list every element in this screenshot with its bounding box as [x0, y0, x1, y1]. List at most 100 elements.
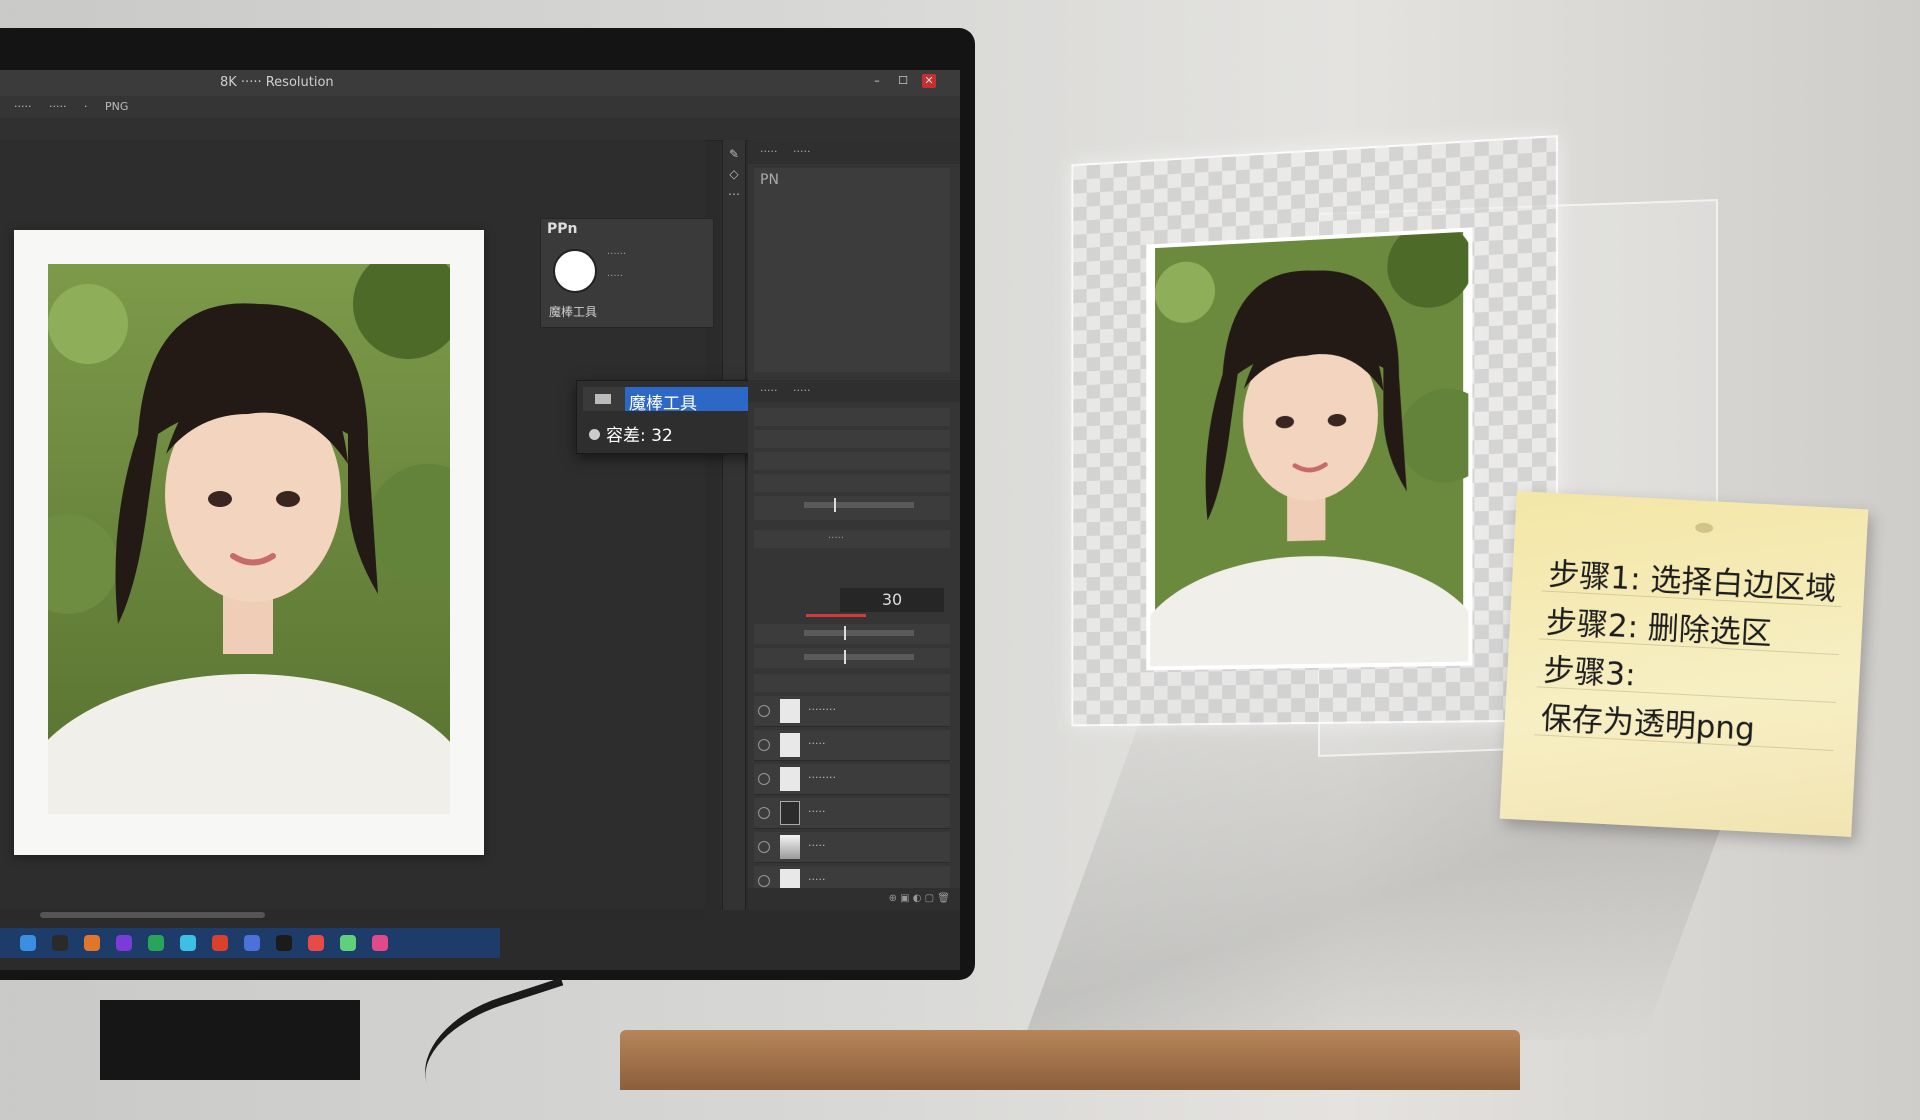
magic-wand-popup: 魔棒工具 容差: 32	[576, 380, 764, 454]
taskbar-app-icon[interactable]	[244, 935, 260, 951]
brush-size-field[interactable]: ······	[607, 249, 626, 260]
vertical-toolbar: ✎ ◇ ⋯	[722, 140, 746, 910]
taskbar-app-icon[interactable]	[308, 935, 324, 951]
note-step-2: 步骤2: 删除选区	[1545, 604, 1773, 653]
layer-thumbnail	[780, 801, 800, 825]
menu-bar: ····· ····· · PNG	[0, 96, 960, 118]
menu-item[interactable]: ·	[84, 100, 88, 113]
magic-wand-label: 魔棒工具	[629, 394, 697, 414]
portrait-illustration	[48, 264, 450, 814]
menu-item[interactable]: PNG	[105, 100, 128, 113]
layer-slider-row[interactable]	[754, 496, 950, 520]
monitor-cable	[408, 977, 592, 1120]
layer-row[interactable]: ·····	[754, 832, 950, 863]
tab-item[interactable]: ·····	[793, 145, 810, 158]
eye-icon[interactable]	[758, 807, 770, 819]
scroll-thumb[interactable]	[40, 912, 265, 918]
taskbar-app-icon[interactable]	[212, 935, 228, 951]
layer-filter-row[interactable]	[754, 408, 950, 426]
tab-item[interactable]: ·····	[760, 384, 777, 397]
transparent-portrait	[1146, 227, 1473, 671]
adjust-icon[interactable]: ◇	[728, 168, 740, 180]
taskbar-app-icon[interactable]	[372, 935, 388, 951]
taskbar-app-icon[interactable]	[276, 935, 292, 951]
magic-wand-tool-row[interactable]: 魔棒工具	[583, 387, 757, 414]
tolerance-row[interactable]: 容差: 32	[589, 421, 673, 446]
tolerance-label: 容差: 32	[606, 426, 673, 446]
layer-row[interactable]: ·····	[754, 730, 950, 761]
fill-slider-row[interactable]	[754, 624, 950, 644]
photo-frame	[14, 230, 484, 855]
eye-icon[interactable]	[758, 705, 770, 717]
options-toolbar	[0, 118, 960, 141]
screen: 8K ····· Resolution – ☐ ✕ ····· ····· · …	[0, 70, 960, 970]
layer-lock-row[interactable]	[754, 452, 950, 470]
more-icon[interactable]: ⋯	[728, 188, 740, 200]
layer-thumbnail	[780, 699, 800, 723]
opacity-slider[interactable]	[804, 498, 914, 512]
menu-item[interactable]: ·····	[49, 100, 66, 113]
taskbar-app-icon[interactable]	[180, 935, 196, 951]
magic-wand-icon	[595, 394, 611, 404]
close-icon[interactable]: ✕	[922, 74, 936, 88]
blend-mode-row[interactable]: ·····	[754, 530, 950, 548]
flow-slider-row[interactable]	[754, 648, 950, 668]
taskbar-app-icon[interactable]	[116, 935, 132, 951]
flow-slider[interactable]	[804, 650, 914, 664]
eye-icon[interactable]	[758, 773, 770, 785]
maximize-icon[interactable]: ☐	[896, 74, 910, 88]
panel-tabs: ····· ·····	[748, 140, 960, 164]
opacity-indicator	[806, 614, 866, 617]
layer-row[interactable]: ········	[754, 764, 950, 795]
note-step-4: 保存为透明png	[1540, 700, 1756, 748]
monitor-stand	[100, 1000, 360, 1080]
opacity-value[interactable]: 30	[840, 588, 944, 612]
slider-handle[interactable]	[834, 498, 836, 512]
layer-thumbnail	[780, 733, 800, 757]
menu-item[interactable]: ·····	[14, 100, 31, 113]
blend-mode-value: ·····	[828, 533, 844, 544]
eye-icon[interactable]	[758, 841, 770, 853]
desk	[620, 1030, 1520, 1090]
taskbar-app-icon[interactable]	[52, 935, 68, 951]
taskbar-app-icon[interactable]	[148, 935, 164, 951]
eye-icon[interactable]	[758, 739, 770, 751]
layers-tabs: ····· ·····	[748, 380, 960, 402]
monitor: 8K ····· Resolution – ☐ ✕ ····· ····· · …	[0, 28, 975, 980]
tab-item[interactable]: ·····	[793, 384, 810, 397]
sticky-note: 步骤1: 选择白边区域 步骤2: 删除选区 步骤3: 保存为透明png	[1499, 491, 1869, 837]
transparent-preview-card	[1071, 135, 1558, 727]
layer-thumbnail	[780, 835, 800, 859]
layer-blend-row[interactable]	[754, 474, 950, 492]
brush-panel-header: PPn	[547, 221, 578, 237]
title-bar: 8K ····· Resolution – ☐ ✕	[0, 70, 960, 96]
pin-icon	[1694, 522, 1714, 534]
layer-thumbnail	[780, 767, 800, 791]
taskbar-app-icon[interactable]	[84, 935, 100, 951]
layer-name: ·····	[808, 805, 826, 818]
layer-name: ········	[808, 771, 836, 784]
brush-panel-tool-label: 魔棒工具	[549, 305, 598, 319]
brush-hardness-field[interactable]: ·····	[607, 271, 623, 282]
layer-row[interactable]: ········	[754, 696, 950, 727]
brush-icon[interactable]: ✎	[728, 148, 740, 160]
minimize-icon[interactable]: –	[870, 74, 884, 88]
brush-preview[interactable]	[553, 249, 597, 293]
layer-options-row[interactable]	[754, 430, 950, 448]
taskbar-app-icon[interactable]	[340, 935, 356, 951]
layer-name: ·····	[808, 839, 826, 852]
eye-icon[interactable]	[758, 875, 770, 887]
horizontal-scrollbar[interactable]	[0, 910, 705, 920]
window-title: 8K ····· Resolution	[220, 75, 334, 90]
canvas-area[interactable]: PPn ······ ····· 魔棒工具	[0, 140, 714, 910]
layer-group-row[interactable]	[754, 674, 950, 692]
slider-handle[interactable]	[844, 626, 846, 640]
layer-row[interactable]: ·····	[754, 798, 950, 829]
slider-handle[interactable]	[844, 650, 846, 664]
layer-name: ·····	[808, 873, 826, 886]
fill-slider[interactable]	[804, 626, 914, 640]
layers-footer[interactable]: ⊕ ▣ ◐ ▢ 🗑	[748, 888, 960, 910]
tab-item[interactable]: ·····	[760, 145, 777, 158]
taskbar-app-icon[interactable]	[20, 935, 36, 951]
portrait-illustration	[1146, 227, 1473, 671]
